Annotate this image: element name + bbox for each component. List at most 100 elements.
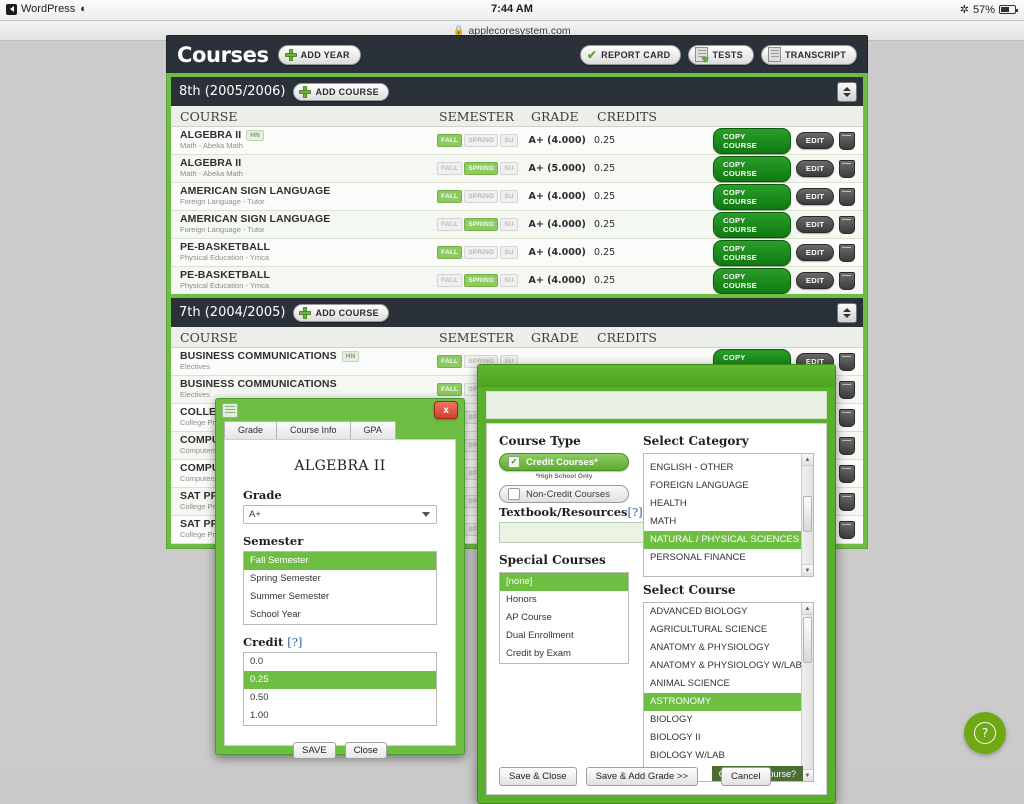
semester-tag-spring[interactable]: SPRING	[464, 134, 499, 147]
copy-course-button[interactable]: COPY COURSE	[713, 267, 791, 294]
semester-tag-spring[interactable]: SPRING	[464, 218, 499, 231]
scrollbar-thumb[interactable]	[803, 617, 812, 663]
list-item[interactable]: FOREIGN LANGUAGE	[644, 477, 813, 495]
category-listbox[interactable]: ENGLISH - OTHER FOREIGN LANGUAGE HEALTH MAT…	[643, 453, 814, 577]
semester-tag-summer[interactable]: SU	[500, 218, 518, 231]
trash-icon[interactable]	[839, 243, 856, 262]
textbook-help-icon[interactable]: [?]	[628, 505, 643, 519]
add-course-button[interactable]: ADD COURSE	[293, 303, 389, 322]
list-item[interactable]: ANATOMY & PHYSIOLOGY	[644, 639, 813, 657]
cancel-button[interactable]: Cancel	[721, 767, 771, 786]
tab-course-info[interactable]: Course Info	[277, 421, 351, 439]
list-item[interactable]: HEALTH	[644, 495, 813, 513]
non-credit-courses-option[interactable]: Non-Credit Courses	[499, 485, 629, 503]
list-item[interactable]: ADVANCED BIOLOGY	[644, 603, 813, 621]
semester-tag-spring[interactable]: SPRING	[464, 190, 499, 203]
semester-tag-fall[interactable]: FALL	[437, 383, 463, 396]
edit-button[interactable]: EDIT	[795, 132, 835, 149]
scroll-up-icon[interactable]: ▲	[802, 603, 813, 615]
list-item[interactable]: Credit by Exam	[500, 645, 628, 663]
close-button[interactable]: Close	[344, 742, 387, 759]
list-item[interactable]: ASTRONOMY	[644, 693, 813, 711]
tests-button[interactable]: TESTS	[688, 44, 754, 65]
list-item[interactable]: Summer Semester	[244, 588, 436, 606]
list-item[interactable]: Honors	[500, 591, 628, 609]
semester-tag-spring[interactable]: SPRING	[464, 246, 499, 259]
grade-select[interactable]: A+	[243, 505, 437, 524]
scrollbar-thumb[interactable]	[803, 496, 812, 532]
tab-grade[interactable]: Grade	[224, 421, 278, 439]
save-and-add-grade-button[interactable]: Save & Add Grade >>	[585, 767, 698, 786]
copy-course-button[interactable]: COPY COURSE	[713, 239, 791, 266]
semester-tag-fall[interactable]: FALL	[437, 162, 463, 175]
list-item[interactable]: [none]	[500, 573, 628, 591]
list-item[interactable]: 0.0	[244, 653, 436, 671]
trash-icon[interactable]	[839, 520, 856, 539]
trash-icon[interactable]	[839, 408, 856, 427]
credit-listbox[interactable]: 0.0 0.25 0.50 1.00	[243, 652, 437, 726]
trash-icon[interactable]	[839, 492, 856, 511]
scroll-down-icon[interactable]: ▼	[802, 564, 813, 576]
copy-course-button[interactable]: COPY COURSE	[713, 211, 791, 238]
course-scrollbar[interactable]: ▲ ▼	[801, 603, 813, 781]
list-item[interactable]: AP Course	[500, 609, 628, 627]
tab-gpa[interactable]: GPA	[350, 421, 396, 439]
list-item[interactable]: AGRICULTURAL SCIENCE	[644, 621, 813, 639]
trash-icon[interactable]	[839, 131, 856, 150]
list-item[interactable]: BIOLOGY II	[644, 729, 813, 747]
edit-button[interactable]: EDIT	[795, 188, 835, 205]
edit-button[interactable]: EDIT	[795, 244, 835, 261]
trash-icon[interactable]	[839, 271, 856, 290]
semester-tag-fall[interactable]: FALL	[437, 246, 463, 259]
edit-button[interactable]: EDIT	[795, 160, 835, 177]
semester-tag-spring[interactable]: SPRING	[464, 162, 499, 175]
trash-icon[interactable]	[839, 380, 856, 399]
category-scrollbar[interactable]: ▲ ▼	[801, 454, 813, 576]
scroll-up-icon[interactable]: ▲	[802, 454, 813, 466]
list-item[interactable]: 0.25	[244, 671, 436, 689]
list-item[interactable]: NATURAL / PHYSICAL SCIENCES	[644, 531, 813, 549]
credit-help-icon[interactable]: [?]	[287, 635, 302, 649]
list-item[interactable]: ANIMAL SCIENCE	[644, 675, 813, 693]
report-card-button[interactable]: ✔ REPORT CARD	[579, 44, 682, 65]
semester-tag-fall[interactable]: FALL	[437, 274, 463, 287]
save-and-close-button[interactable]: Save & Close	[499, 767, 577, 786]
list-item[interactable]: Dual Enrollment	[500, 627, 628, 645]
semester-tag-fall[interactable]: FALL	[437, 190, 463, 203]
help-button[interactable]: ?	[964, 712, 1006, 754]
semester-tag-fall[interactable]: FALL	[437, 134, 463, 147]
close-icon[interactable]: x	[434, 401, 458, 419]
trash-icon[interactable]	[839, 159, 856, 178]
trash-icon[interactable]	[839, 436, 856, 455]
semester-tag-summer[interactable]: SU	[500, 190, 518, 203]
add-course-button[interactable]: ADD COURSE	[293, 82, 389, 101]
semester-tag-summer[interactable]: SU	[500, 162, 518, 175]
semester-tag-summer[interactable]: SU	[500, 246, 518, 259]
list-item[interactable]: Fall Semester	[244, 552, 436, 570]
trash-icon[interactable]	[839, 464, 856, 483]
copy-course-button[interactable]: COPY COURSE	[713, 183, 791, 210]
list-item[interactable]: BIOLOGY W/LAB	[644, 747, 813, 765]
copy-course-button[interactable]: COPY COURSE	[713, 127, 791, 154]
semester-tag-summer[interactable]: SU	[500, 134, 518, 147]
list-item[interactable]: BIOLOGY	[644, 711, 813, 729]
collapse-year-button[interactable]	[837, 82, 857, 102]
semester-tag-fall[interactable]: FALL	[437, 218, 463, 231]
semester-tag-fall[interactable]: FALL	[437, 355, 463, 368]
list-item[interactable]: Spring Semester	[244, 570, 436, 588]
save-button[interactable]: SAVE	[293, 742, 336, 759]
trash-icon[interactable]	[839, 352, 856, 371]
special-courses-listbox[interactable]: [none] Honors AP Course Dual Enrollment Cred…	[499, 572, 629, 664]
list-item[interactable]: ENGLISH - OTHER	[644, 459, 813, 477]
transcript-button[interactable]: TRANSCRIPT	[761, 44, 857, 65]
semester-tag-spring[interactable]: SPRING	[464, 274, 499, 287]
semester-listbox[interactable]: Fall Semester Spring Semester Summer Semes…	[243, 551, 437, 625]
list-item[interactable]: ANATOMY & PHYSIOLOGY W/LAB	[644, 657, 813, 675]
trash-icon[interactable]	[839, 215, 856, 234]
collapse-year-button[interactable]	[837, 303, 857, 323]
copy-course-button[interactable]: COPY COURSE	[713, 155, 791, 182]
course-dialog-search-area[interactable]	[486, 391, 827, 419]
list-item[interactable]: School Year	[244, 606, 436, 624]
list-item[interactable]: MATH	[644, 513, 813, 531]
edit-button[interactable]: EDIT	[795, 216, 835, 233]
